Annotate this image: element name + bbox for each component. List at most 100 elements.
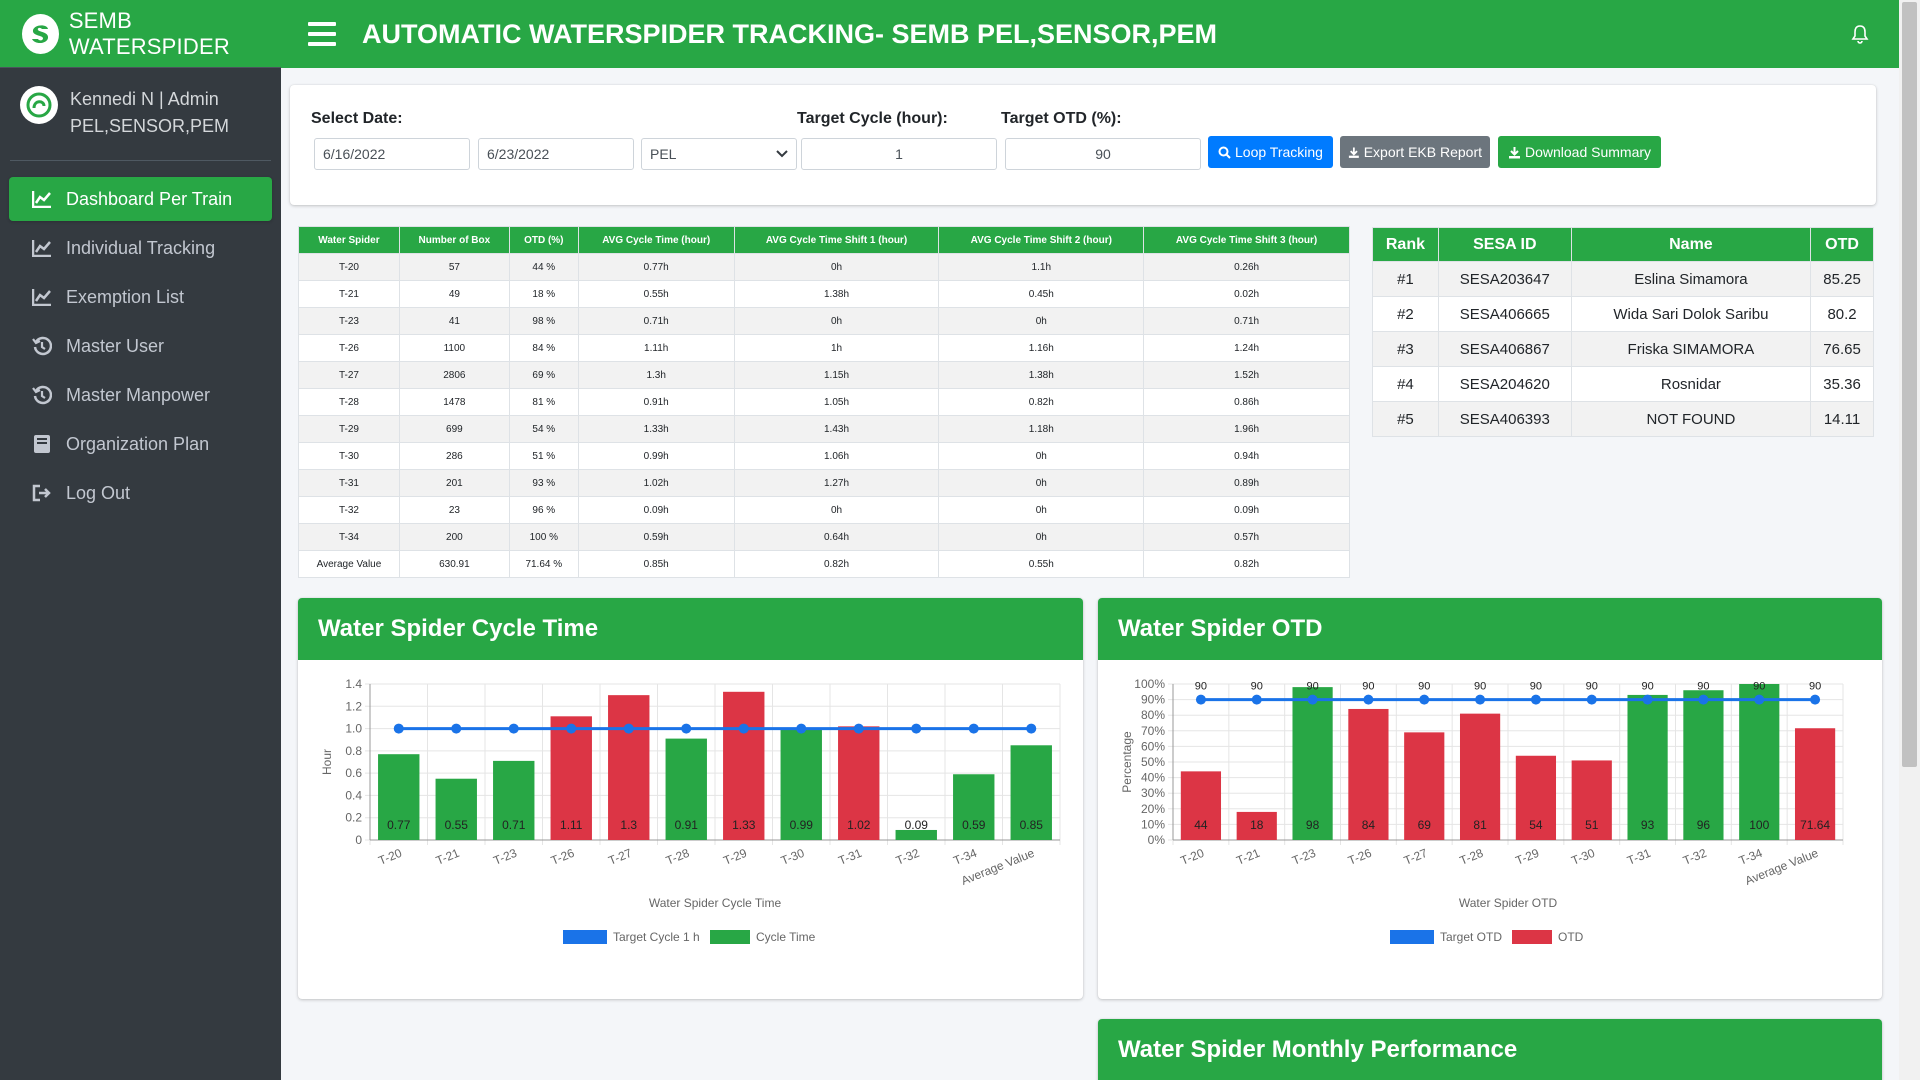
table-row: #5 SESA406393 NOT FOUND 14.11 (1372, 401, 1874, 437)
y-tick-label: 40% (1141, 771, 1165, 785)
y-axis-title: Hour (320, 749, 334, 775)
x-tick-label: T-32 (1681, 846, 1709, 868)
download-summary-button[interactable]: Download Summary (1498, 136, 1661, 168)
target-label: 90 (1306, 681, 1318, 693)
area-select[interactable]: PEL (641, 138, 797, 170)
target-point (1026, 723, 1037, 734)
loop-tracking-button[interactable]: Loop Tracking (1208, 136, 1333, 168)
target-point (508, 723, 519, 734)
nav-individual-tracking[interactable]: Individual Tracking (9, 226, 272, 270)
target-otd-input[interactable]: 90 (1005, 138, 1201, 170)
scrollbar-thumb[interactable] (1902, 2, 1917, 767)
target-point (1307, 694, 1318, 705)
x-tick-label: T-32 (894, 846, 922, 868)
data-label: 0.71 (502, 818, 526, 832)
start-date-input[interactable]: 6/16/2022 (314, 138, 470, 170)
col-rank: Rank (1372, 227, 1439, 262)
col-avg-shift3: AVG Cycle Time Shift 3 (hour) (1143, 226, 1350, 254)
y-tick-label: 70% (1141, 724, 1165, 738)
x-tick-label: T-20 (1179, 846, 1207, 868)
table-cell: 1.02h (577, 469, 735, 497)
table-cell: T-34 (298, 523, 400, 551)
table-row: T-32 23 96 % 0.09h 0h 0h 0.09h (298, 496, 1350, 524)
hamburger-menu-icon[interactable] (308, 22, 336, 46)
table-cell: 1478 (398, 388, 510, 416)
x-tick-label: T-20 (376, 846, 404, 868)
table-cell: 1.24h (1143, 334, 1350, 362)
brand[interactable]: SEMB WATERSPIDER (0, 0, 281, 68)
y-tick-label: 60% (1141, 739, 1165, 753)
legend-label: Target Cycle 1 h (613, 930, 700, 944)
x-tick-label: T-31 (1625, 846, 1653, 868)
table-cell: 1h (733, 334, 940, 362)
table-cell: T-23 (298, 307, 400, 335)
search-icon (1218, 146, 1231, 159)
x-tick-label: T-30 (779, 846, 807, 868)
target-label: 90 (1362, 681, 1374, 693)
y-axis-title: Percentage (1120, 731, 1134, 793)
table-cell: 0.57h (1143, 523, 1350, 551)
end-date-input[interactable]: 6/23/2022 (478, 138, 634, 170)
target-cycle-input[interactable]: 1 (801, 138, 997, 170)
table-cell: 1.11h (577, 334, 735, 362)
x-tick-label: T-23 (1290, 846, 1318, 868)
table-cell: T-21 (298, 280, 400, 308)
table-row: T-21 49 18 % 0.55h 1.38h 0.45h 0.02h (298, 280, 1350, 308)
target-point (1251, 694, 1262, 705)
target-point (1810, 694, 1821, 705)
data-label: 1.11 (560, 818, 583, 832)
y-tick-label: 10% (1141, 817, 1165, 831)
target-point (623, 723, 634, 734)
bell-icon[interactable] (1851, 24, 1869, 49)
target-otd-label: Target OTD (%): (1001, 110, 1122, 127)
logout-icon (31, 482, 53, 504)
table-cell: T-28 (298, 388, 400, 416)
table-cell: Eslina Simamora (1570, 261, 1812, 297)
table-cell: 0h (733, 307, 940, 335)
export-ekb-report-button[interactable]: Export EKB Report (1340, 136, 1490, 168)
table-cell: #4 (1372, 366, 1439, 402)
nav-exemption-list[interactable]: Exemption List (9, 275, 272, 319)
y-tick-label: 80% (1141, 708, 1165, 722)
monthly-performance-card-title: Water Spider Monthly Performance (1098, 1019, 1882, 1080)
user-panel[interactable]: Kennedi N | Admin PEL,SENSOR,PEM (10, 68, 271, 161)
table-cell: 1.3h (577, 361, 735, 389)
cycle-time-chart: 0 0.2 0.4 0.6 0.8 1.0 1.2 1.4 0.77 0.55 0.71 1.11 1.… (320, 677, 1061, 944)
table-cell: 0h (733, 496, 940, 524)
y-tick-label: 1.4 (345, 677, 362, 691)
table-cell: 0.86h (1143, 388, 1350, 416)
table-cell: 44 % (508, 253, 579, 281)
target-label: 90 (1586, 681, 1598, 693)
rank-table-header: Rank SESA ID Name OTD (1372, 227, 1874, 262)
table-cell: 69 % (508, 361, 579, 389)
table-cell: 1.16h (938, 334, 1145, 362)
page-scrollbar[interactable] (1899, 0, 1920, 1080)
monthly-performance-card: Water Spider Monthly Performance (1098, 1019, 1882, 1080)
table-cell: 0.09h (1143, 496, 1350, 524)
table-cell: Rosnidar (1570, 366, 1812, 402)
data-label: 0.85 (1020, 818, 1044, 832)
target-point (681, 723, 692, 734)
nav-dashboard-per-train[interactable]: Dashboard Per Train (9, 177, 272, 221)
data-label: 0.99 (790, 818, 814, 832)
table-cell: #3 (1372, 331, 1439, 367)
target-point (1419, 694, 1430, 705)
filter-card: Select Date: 6/16/2022 6/23/2022 PEL Tar… (290, 85, 1876, 205)
table-cell: 1.06h (733, 442, 940, 470)
table-cell: 0.71h (1143, 307, 1350, 335)
nav-master-user[interactable]: Master User (9, 324, 272, 368)
nav-organization-plan[interactable]: Organization Plan (9, 422, 272, 466)
nav-log-out[interactable]: Log Out (9, 471, 272, 515)
target-label: 90 (1195, 681, 1207, 693)
target-point (738, 723, 749, 734)
x-tick-label: T-26 (549, 846, 577, 868)
data-label: 81 (1473, 818, 1487, 832)
y-tick-label: 0.6 (345, 766, 362, 780)
nav-master-manpower[interactable]: Master Manpower (9, 373, 272, 417)
table-cell: Friska SIMAMORA (1570, 331, 1812, 367)
table-cell: 0.91h (577, 388, 735, 416)
table-cell: 1.05h (733, 388, 940, 416)
table-cell: 85.25 (1810, 261, 1874, 297)
table-cell: 0.55h (938, 550, 1145, 578)
data-label: 98 (1306, 818, 1320, 832)
